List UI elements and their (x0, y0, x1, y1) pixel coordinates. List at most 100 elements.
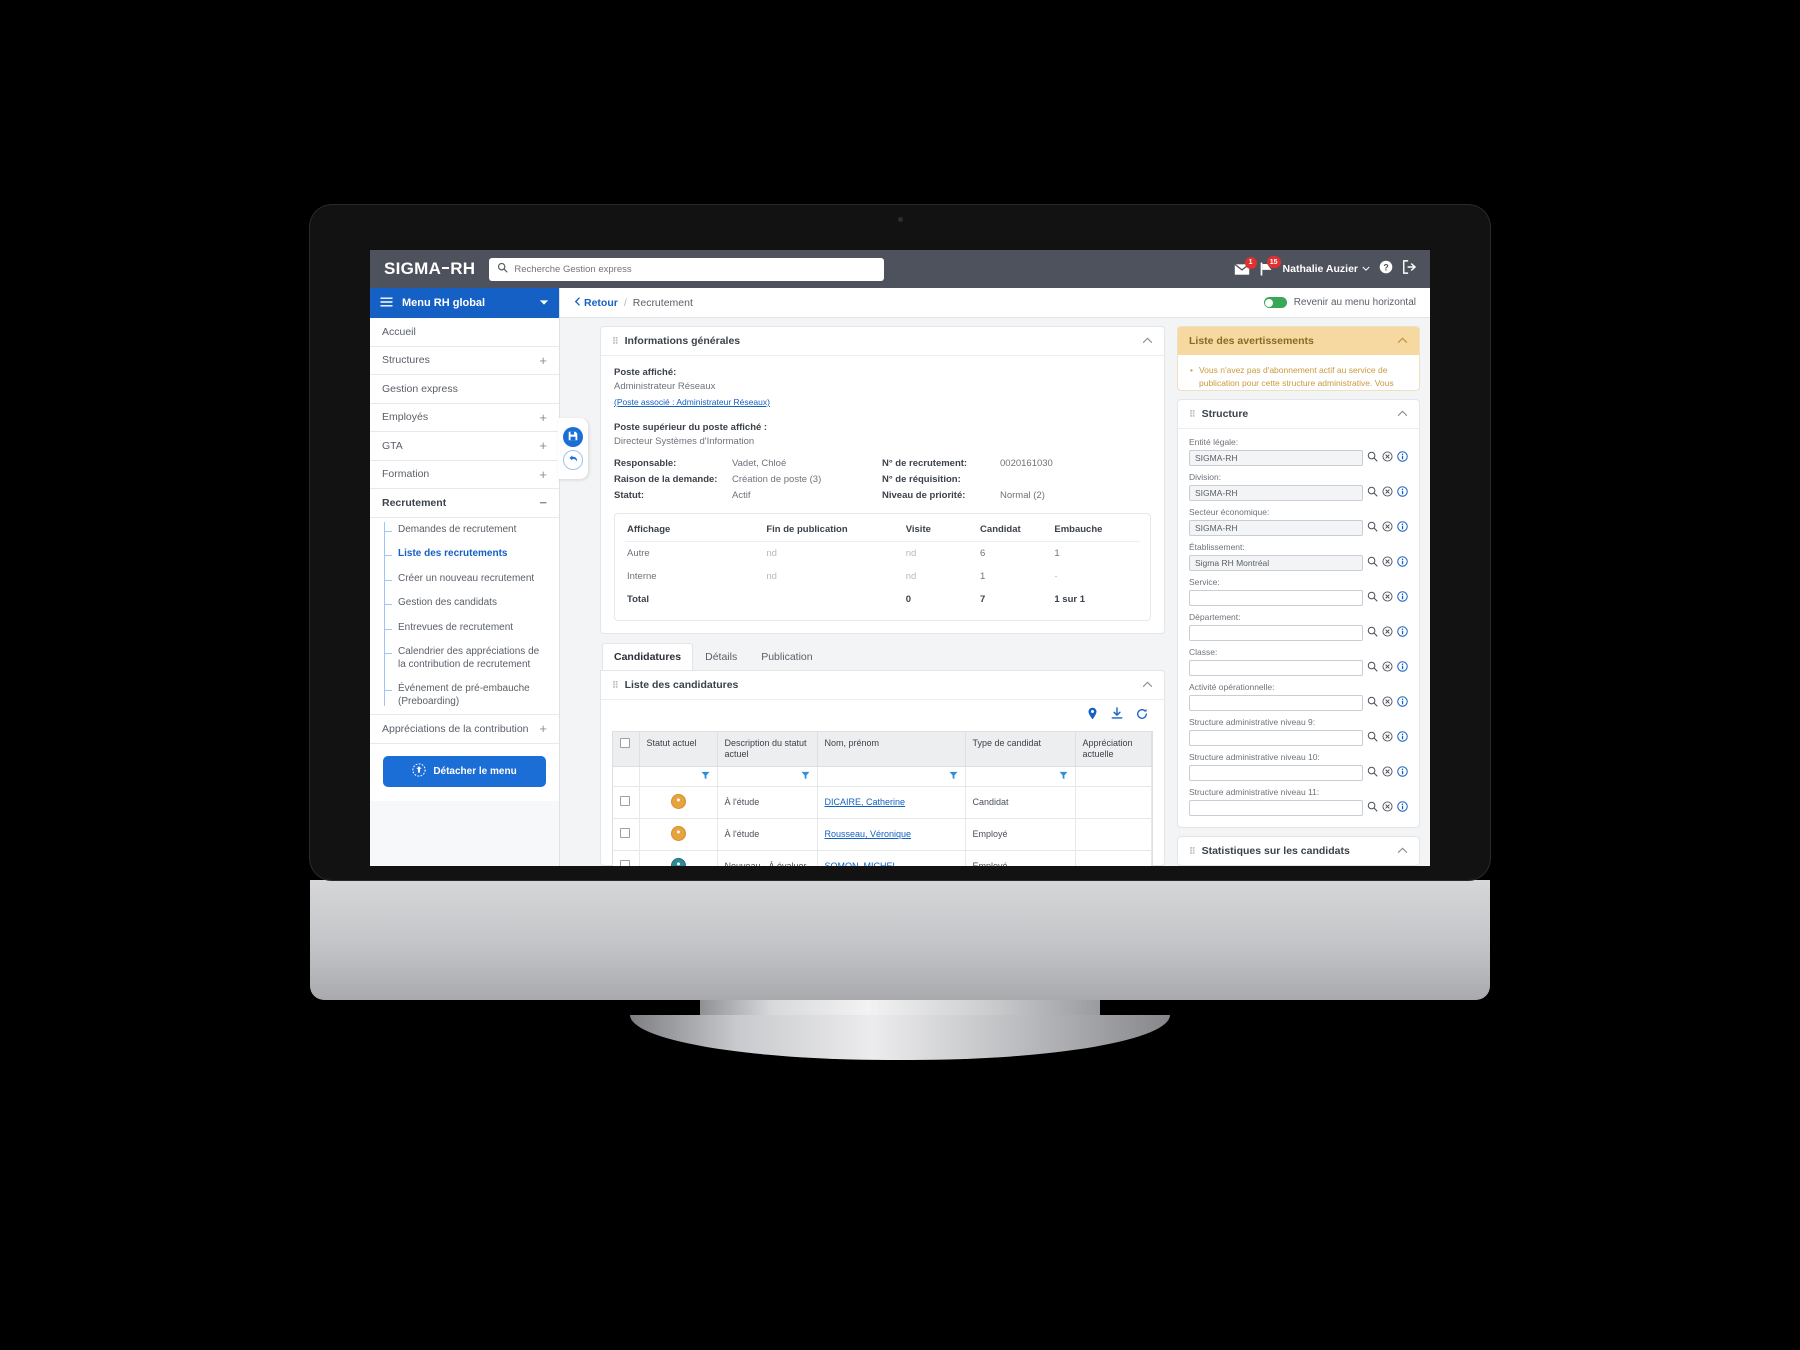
collapse-icon[interactable] (1397, 408, 1408, 420)
field-input[interactable] (1189, 625, 1363, 641)
field-input[interactable] (1189, 520, 1363, 536)
field-input[interactable] (1189, 485, 1363, 501)
clear-icon[interactable] (1382, 729, 1393, 747)
clear-icon[interactable] (1382, 484, 1393, 502)
lookup-search-icon[interactable] (1367, 589, 1378, 607)
collapse-icon[interactable] (1397, 335, 1408, 347)
filter-icon[interactable] (701, 771, 710, 782)
filter-appreciation[interactable] (1075, 766, 1152, 787)
sidebar-item-appreciations-contribution[interactable]: Appréciations de la contribution + (370, 715, 559, 744)
filter-icon[interactable] (1059, 771, 1068, 782)
field-input[interactable] (1189, 660, 1363, 676)
info-icon[interactable] (1397, 554, 1408, 572)
candidate-link[interactable]: Rousseau, Véronique (825, 829, 912, 839)
candidate-link[interactable]: DICAIRE, Catherine (825, 797, 906, 807)
save-button[interactable] (563, 427, 583, 447)
sidebar-item-demandes-de-recrutement[interactable]: Demandes de recrutement (384, 518, 559, 543)
sidebar-item-structures[interactable]: Structures + (370, 346, 559, 375)
collapse-icon[interactable] (1142, 335, 1153, 347)
lookup-search-icon[interactable] (1367, 519, 1378, 537)
select-all-checkbox[interactable] (620, 738, 630, 748)
lookup-search-icon[interactable] (1367, 484, 1378, 502)
column-header-nom-prenom[interactable]: Nom, prénom (817, 732, 966, 767)
tab-details[interactable]: Détails (693, 643, 749, 670)
sidebar-item-gta[interactable]: GTA + (370, 432, 559, 461)
sidebar-item-calendrier-appreciations[interactable]: Calendrier des appréciations de la contr… (384, 640, 559, 677)
column-header-type-candidat[interactable]: Type de candidat (965, 732, 1076, 767)
logout-icon[interactable] (1402, 259, 1416, 279)
clear-icon[interactable] (1382, 554, 1393, 572)
lookup-search-icon[interactable] (1367, 449, 1378, 467)
info-icon[interactable] (1397, 799, 1408, 817)
row-select-cell[interactable] (613, 786, 640, 819)
lookup-search-icon[interactable] (1367, 659, 1378, 677)
filter-description[interactable] (717, 766, 818, 787)
clear-icon[interactable] (1382, 694, 1393, 712)
clear-icon[interactable] (1382, 519, 1393, 537)
sidebar-item-expander[interactable]: + (539, 439, 547, 452)
sidebar-item-gestion-express[interactable]: Gestion express (370, 375, 559, 404)
select-all-header[interactable] (613, 732, 640, 767)
table-row[interactable]: À l'étude DICAIRE, Catherine Candidat (613, 786, 1152, 819)
collapse-icon[interactable] (1142, 679, 1153, 691)
drag-handle-icon[interactable]: ⠿ (1189, 846, 1196, 856)
info-icon[interactable] (1397, 659, 1408, 677)
undo-button[interactable] (563, 450, 583, 470)
refresh-icon[interactable] (1136, 707, 1148, 725)
row-checkbox[interactable] (620, 828, 630, 839)
collapse-icon[interactable] (1397, 845, 1408, 857)
sidebar-item-expander[interactable]: + (539, 354, 547, 367)
map-pin-icon[interactable] (1087, 707, 1098, 725)
filter-statut-actuel[interactable] (639, 766, 718, 787)
lookup-search-icon[interactable] (1367, 799, 1378, 817)
info-icon[interactable] (1397, 519, 1408, 537)
field-input[interactable] (1189, 730, 1363, 746)
clear-icon[interactable] (1382, 799, 1393, 817)
info-icon[interactable] (1397, 449, 1408, 467)
sidebar-item-entrevues-de-recrutement[interactable]: Entrevues de recrutement (384, 616, 559, 641)
drag-handle-icon[interactable]: ⠿ (612, 336, 619, 346)
filter-nom-prenom[interactable] (817, 766, 966, 787)
notifications-button[interactable]: 15 (1259, 256, 1281, 276)
help-icon[interactable]: ? (1379, 260, 1393, 279)
info-icon[interactable] (1397, 484, 1408, 502)
row-select-cell[interactable] (613, 850, 640, 866)
row-select-cell[interactable] (613, 818, 640, 851)
sidebar-item-employes[interactable]: Employés + (370, 403, 559, 432)
messages-button[interactable]: 1 (1233, 256, 1257, 276)
filter-icon[interactable] (949, 771, 958, 782)
cell-name[interactable]: DICAIRE, Catherine (817, 786, 966, 819)
cell-name[interactable]: SOMON, MICHEL (817, 850, 966, 866)
table-row[interactable]: À l'étude Rousseau, Véronique Employé (613, 818, 1152, 851)
row-checkbox[interactable] (620, 796, 630, 807)
candidate-link[interactable]: SOMON, MICHEL (825, 861, 898, 866)
field-input[interactable] (1189, 590, 1363, 606)
drag-handle-icon[interactable]: ⠿ (1189, 409, 1196, 419)
download-icon[interactable] (1111, 707, 1123, 725)
info-icon[interactable] (1397, 624, 1408, 642)
sidebar-menu-header[interactable]: Menu RH global (370, 288, 559, 318)
field-input[interactable] (1189, 800, 1363, 816)
info-icon[interactable] (1397, 694, 1408, 712)
clear-icon[interactable] (1382, 764, 1393, 782)
tab-publication[interactable]: Publication (749, 643, 824, 670)
column-header-description[interactable]: Description du statut actuel (717, 732, 818, 767)
clear-icon[interactable] (1382, 449, 1393, 467)
sidebar-item-accueil[interactable]: Accueil (370, 318, 559, 347)
sidebar-item-gestion-des-candidats[interactable]: Gestion des candidats (384, 591, 559, 616)
horizontal-menu-toggle[interactable]: Revenir au menu horizontal (1263, 297, 1416, 308)
global-search[interactable] (489, 257, 885, 281)
info-icon[interactable] (1397, 589, 1408, 607)
lookup-search-icon[interactable] (1367, 554, 1378, 572)
info-icon[interactable] (1397, 729, 1408, 747)
column-header-statut-actuel[interactable]: Statut actuel (639, 732, 718, 767)
lookup-search-icon[interactable] (1367, 729, 1378, 747)
sidebar-item-expander[interactable]: + (539, 722, 547, 735)
lookup-search-icon[interactable] (1367, 694, 1378, 712)
lookup-search-icon[interactable] (1367, 624, 1378, 642)
sidebar-item-creer-un-nouveau-recrutement[interactable]: Créer un nouveau recrutement (384, 567, 559, 592)
clear-icon[interactable] (1382, 589, 1393, 607)
user-menu[interactable]: Nathalie Auzier (1283, 263, 1370, 275)
field-input[interactable] (1189, 695, 1363, 711)
column-header-appreciation[interactable]: Appréciation actuelle (1075, 732, 1152, 767)
